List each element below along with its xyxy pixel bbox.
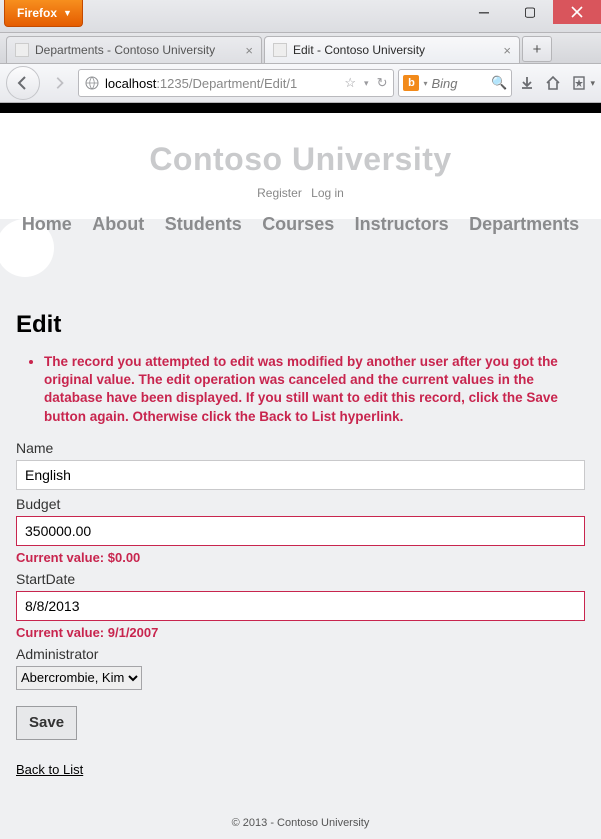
page-favicon-icon <box>273 43 287 57</box>
tab-close-icon[interactable]: × <box>503 43 511 58</box>
register-link[interactable]: Register <box>257 186 302 200</box>
nav-forward-button[interactable] <box>44 68 74 98</box>
search-placeholder: Bing <box>431 76 487 91</box>
tab-close-icon[interactable]: × <box>245 43 253 58</box>
url-text: localhost:1235/Department/Edit/1 <box>105 76 338 91</box>
address-bar[interactable]: localhost:1235/Department/Edit/1 ☆ ▾ ↻ <box>78 69 394 97</box>
window-close-button[interactable] <box>553 0 601 24</box>
save-button[interactable]: Save <box>16 706 77 740</box>
administrator-label: Administrator <box>16 646 585 662</box>
site-brand[interactable]: Contoso University <box>0 113 601 186</box>
startdate-current-value: Current value: 9/1/2007 <box>16 625 585 640</box>
validation-error: The record you attempted to edit was mod… <box>44 353 585 426</box>
startdate-label: StartDate <box>16 571 585 587</box>
nav-instructors[interactable]: Instructors <box>355 214 449 234</box>
name-input[interactable] <box>16 460 585 490</box>
startdate-input[interactable] <box>16 591 585 621</box>
page-heading: Edit <box>16 311 585 339</box>
firefox-menu-button[interactable]: Firefox ▼ <box>4 0 83 27</box>
nav-home[interactable]: Home <box>22 214 72 234</box>
nav-about[interactable]: About <box>92 214 144 234</box>
tab-title: Edit - Contoso University <box>293 43 425 57</box>
downloads-icon[interactable] <box>516 75 538 91</box>
firefox-menu-label: Firefox <box>17 6 57 20</box>
tab-title: Departments - Contoso University <box>35 43 215 57</box>
search-box[interactable]: b ▾ Bing 🔍 <box>398 69 512 97</box>
bookmarks-chevron-icon[interactable]: ▾ <box>590 78 595 89</box>
search-engine-chevron-icon[interactable]: ▾ <box>423 79 427 88</box>
dropdown-chevron-icon[interactable]: ▾ <box>364 78 369 89</box>
new-tab-button[interactable]: + <box>522 36 552 62</box>
bing-icon: b <box>403 75 419 91</box>
budget-current-value: Current value: $0.00 <box>16 550 585 565</box>
name-label: Name <box>16 440 585 456</box>
nav-students[interactable]: Students <box>165 214 242 234</box>
top-black-bar <box>0 103 601 113</box>
site-identity-icon <box>85 76 99 90</box>
nav-departments[interactable]: Departments <box>469 214 579 234</box>
nav-courses[interactable]: Courses <box>262 214 334 234</box>
budget-input[interactable] <box>16 516 585 546</box>
reload-icon[interactable]: ↻ <box>377 75 388 91</box>
chevron-down-icon: ▼ <box>63 8 72 18</box>
browser-titlebar: Firefox ▼ ─ ▢ <box>0 0 601 33</box>
budget-label: Budget <box>16 496 585 512</box>
back-to-list-link[interactable]: Back to List <box>16 762 585 777</box>
validation-summary: The record you attempted to edit was mod… <box>16 353 585 426</box>
page-favicon-icon <box>15 43 29 57</box>
page-body: Contoso University Register Log in Home … <box>0 103 601 839</box>
window-minimize-button[interactable]: ─ <box>461 0 507 24</box>
home-icon[interactable] <box>542 75 564 91</box>
account-menu: Register Log in <box>0 186 601 214</box>
browser-tabstrip: Departments - Contoso University × Edit … <box>0 33 601 64</box>
bookmarks-icon[interactable] <box>568 75 590 91</box>
administrator-select[interactable]: Abercrombie, Kim <box>16 666 142 690</box>
window-maximize-button[interactable]: ▢ <box>507 0 553 24</box>
browser-address-toolbar: localhost:1235/Department/Edit/1 ☆ ▾ ↻ b… <box>0 64 601 103</box>
nav-back-button[interactable] <box>6 66 40 100</box>
browser-tab-0[interactable]: Departments - Contoso University × <box>6 36 262 63</box>
page-footer: © 2013 - Contoso University <box>0 807 601 839</box>
browser-tab-1[interactable]: Edit - Contoso University × <box>264 36 520 63</box>
bookmark-star-icon[interactable]: ☆ <box>344 75 356 91</box>
login-link[interactable]: Log in <box>311 186 344 200</box>
search-go-icon[interactable]: 🔍 <box>491 75 507 91</box>
